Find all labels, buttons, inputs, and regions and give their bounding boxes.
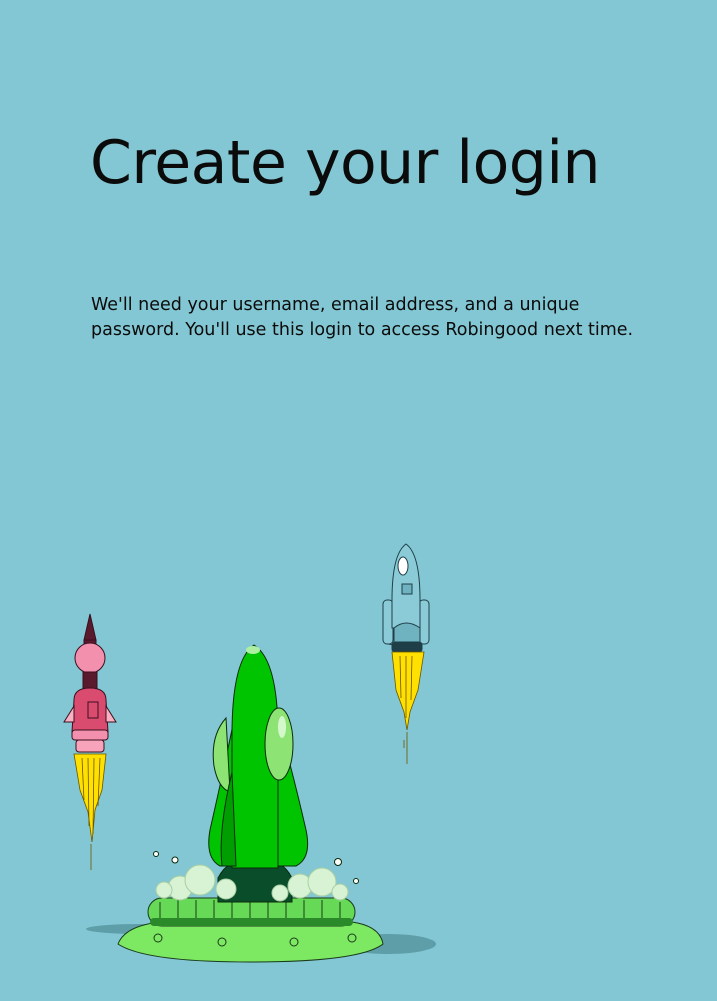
pink-rocket-icon <box>63 613 117 753</box>
login-intro-panel: Create your login We'll need your userna… <box>0 0 717 1001</box>
flame-icon <box>391 651 425 764</box>
flame-icon <box>73 753 107 870</box>
green-rocket-icon <box>208 644 309 903</box>
blue-rocket-icon <box>382 543 430 653</box>
rocket-launch-illustration <box>63 543 436 963</box>
launch-pad-icon <box>117 897 384 963</box>
